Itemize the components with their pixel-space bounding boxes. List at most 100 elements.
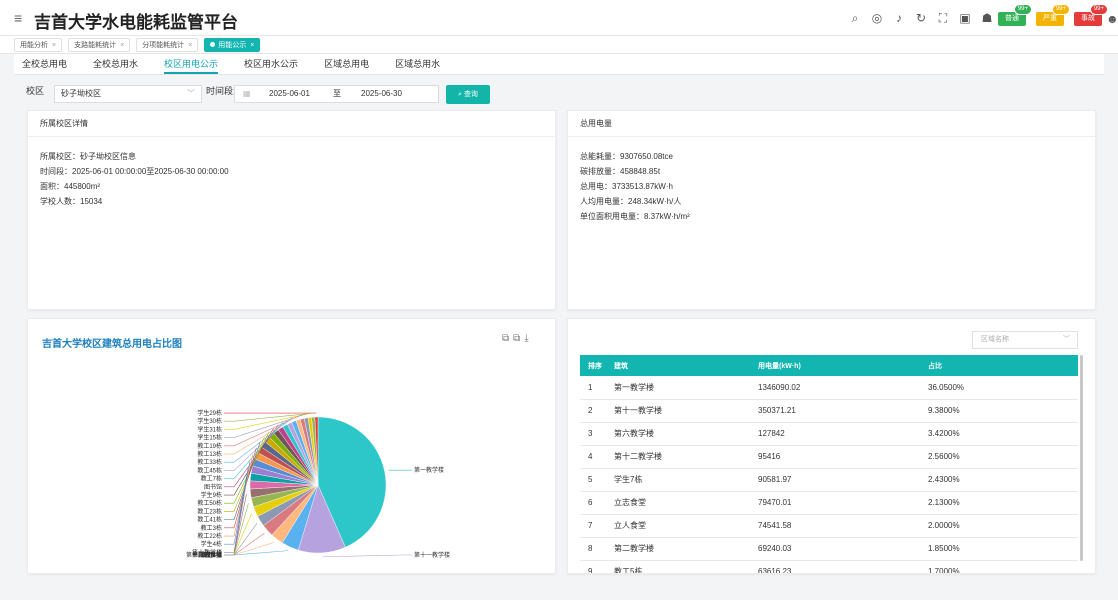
cell-electricity: 69240.03 <box>750 537 920 561</box>
subtab-school-electricity[interactable]: 全校总用电 <box>22 54 67 74</box>
table-row[interactable]: 2 第十一教学楼 350371.21 9.3800% <box>580 399 1078 423</box>
alarm-accident-badge[interactable]: 事故 99+ <box>1074 4 1108 26</box>
close-icon[interactable]: × <box>52 42 56 49</box>
search-icon[interactable]: ⌕ <box>848 11 862 25</box>
end-date[interactable]: 2025-06-30 <box>361 86 402 102</box>
campus-select[interactable]: 砂子坳校区 ﹀ <box>54 85 202 103</box>
table-row[interactable]: 1 第一教学楼 1346090.02 36.0500% <box>580 376 1078 400</box>
alarm-normal-label: 普通 <box>1005 15 1019 22</box>
skin-icon[interactable]: ☗ <box>980 11 994 25</box>
table-row[interactable]: 7 立人食堂 74541.58 2.0000% <box>580 514 1078 538</box>
subtab-campus-water[interactable]: 校区用水公示 <box>244 54 298 74</box>
subtab-school-water[interactable]: 全校总用水 <box>93 54 138 74</box>
cell-building: 第十一教学楼 <box>606 399 750 423</box>
start-date[interactable]: 2025-06-01 <box>269 86 310 102</box>
cell-rank: 1 <box>580 376 606 400</box>
area-name-select[interactable]: 区域名称 ﹀ <box>972 331 1078 349</box>
date-range-picker[interactable]: ▦ 2025-06-01 至 2025-06-30 <box>234 85 439 103</box>
table-row[interactable]: 6 立志食堂 79470.01 2.1300% <box>580 491 1078 515</box>
table-row[interactable]: 9 教工5栋 63616.23 1.7000% <box>580 560 1078 573</box>
cell-ratio: 2.1300% <box>920 491 1078 515</box>
pie-chart-card: 吉首大学校区建筑总用电占比图 ⧉⧉⤓ 第一教学楼 第十一教学楼 学生29栋 学生30栋… <box>27 318 556 574</box>
cell-ratio: 2.0000% <box>920 514 1078 538</box>
campus-select-value: 砂子坳校区 <box>61 89 101 98</box>
help-icon[interactable]: ◎ <box>870 11 884 25</box>
total-line: 人均用电量：248.34kW·h/人 <box>580 197 682 206</box>
pie-label-25: 学生15栋 <box>197 434 222 442</box>
tab-label: 支路能耗统计 <box>74 41 117 49</box>
cell-building: 教工5栋 <box>606 560 750 573</box>
campus-label: 校区 <box>26 86 45 96</box>
tab-label: 用能公示 <box>218 41 247 49</box>
pie-label-13: 教工22栋 <box>197 532 222 540</box>
close-icon[interactable]: × <box>250 42 254 49</box>
app-title: 吉首大学水电能耗监管平台 <box>34 13 238 32</box>
table-header-row: 排序 建筑 用电量(kW·h) 占比 <box>580 355 1078 376</box>
pie-label-12: 学生4栋 <box>201 540 222 548</box>
table-row[interactable]: 5 学生7栋 90581.97 2.4300% <box>580 468 1078 492</box>
toolbar-icons: ⌕ ◎ ♪ ↻ ⛶ ▣ ☗ <box>848 11 994 25</box>
total-electricity-title: 总用电量 <box>568 111 1095 137</box>
close-icon[interactable]: × <box>120 42 124 49</box>
alarm-severe-badge[interactable]: 严重 99+ <box>1036 4 1070 26</box>
col-ratio: 占比 <box>920 355 1078 376</box>
cell-ratio: 1.8500% <box>920 537 1078 561</box>
subtab-campus-electricity[interactable]: 校区用电公示 <box>164 54 219 74</box>
pie-label-28: 学生29栋 <box>197 409 222 417</box>
cell-rank: 7 <box>580 514 606 538</box>
tab-energy-public[interactable]: 用能公示 × <box>204 37 261 52</box>
pie-chart: 第一教学楼第十一教学楼 学生29栋学生30栋学生31栋学生15栋教工19栋教工13… <box>186 409 450 559</box>
tab-energy-analysis[interactable]: 用能分析 × <box>14 37 63 52</box>
subtab-area-water[interactable]: 区域总用水 <box>395 54 440 74</box>
close-icon[interactable]: × <box>188 42 192 49</box>
table-row[interactable]: 4 第十二教学楼 95416 2.5600% <box>580 445 1078 469</box>
col-building: 建筑 <box>606 355 750 376</box>
menu-icon[interactable]: ≡ <box>14 11 22 25</box>
table-scrollbar[interactable] <box>1080 355 1083 561</box>
campus-detail-line: 面积：445800m² <box>40 182 101 191</box>
table-row[interactable]: 3 第六教学楼 127842 3.4200% <box>580 422 1078 446</box>
tab-label: 用能分析 <box>20 41 48 49</box>
cell-electricity: 95416 <box>750 445 920 469</box>
total-electricity-card: 总用电量 总能耗量：9307650.08tce 碳排放量：458848.85t … <box>567 110 1096 310</box>
col-rank: 排序 <box>580 355 606 376</box>
cell-building: 第十二教学楼 <box>606 445 750 469</box>
user-icon[interactable]: ☻ <box>1106 12 1118 26</box>
cell-electricity: 127842 <box>750 422 920 446</box>
pie-label-15: 教工41栋 <box>197 516 222 524</box>
ranking-table: 排序 建筑 用电量(kW·h) 占比 1 第一教学楼 1346090.02 36.05… <box>580 355 1078 573</box>
sound-icon[interactable]: ♪ <box>892 11 906 25</box>
tab-branch-stats[interactable]: 支路能耗统计 × <box>68 37 131 52</box>
pie-label-1: 第十一教学楼 <box>414 551 450 559</box>
cell-rank: 6 <box>580 491 606 515</box>
query-button[interactable]: ⌕ 查询 <box>446 85 490 104</box>
fullscreen-icon[interactable]: ⛶ <box>936 11 950 25</box>
total-electricity-body: 总能耗量：9307650.08tce 碳排放量：458848.85t 总用电：3… <box>568 137 1095 236</box>
calendar-icon: ▦ <box>243 89 251 98</box>
pie-label-0: 第一教学楼 <box>414 466 444 474</box>
total-line: 总用电：3733513.87kW·h <box>580 182 673 191</box>
cell-building: 立人食堂 <box>606 514 750 538</box>
pie-label-18: 学生9栋 <box>201 491 222 499</box>
campus-detail-title: 所属校区详情 <box>28 111 555 137</box>
table-row[interactable]: 8 第二教学楼 69240.03 1.8500% <box>580 537 1078 561</box>
col-electricity: 用电量(kW·h) <box>750 355 920 376</box>
to-label: 至 <box>333 89 341 98</box>
pie-label-20: 教工7栋 <box>201 475 222 483</box>
cell-electricity: 79470.01 <box>750 491 920 515</box>
tab-label: 分项能耗统计 <box>142 41 185 49</box>
screen-icon[interactable]: ▣ <box>958 11 972 25</box>
subtab-area-electricity[interactable]: 区域总用电 <box>324 54 369 74</box>
pie-label-27: 学生30栋 <box>197 417 222 425</box>
tag-bar: 用能分析 × 支路能耗统计 × 分项能耗统计 × 用能公示 × <box>0 36 1118 54</box>
pie-label-17: 教工50栋 <box>197 499 222 507</box>
alarm-normal-count: 99+ <box>1013 4 1032 15</box>
alarm-normal-badge[interactable]: 普通 99+ <box>998 4 1032 26</box>
pie-label-line-12 <box>224 461 251 545</box>
tab-item-stats[interactable]: 分项能耗统计 × <box>136 37 199 52</box>
refresh-icon[interactable]: ↻ <box>914 11 928 25</box>
cell-building: 第二教学楼 <box>606 537 750 561</box>
cell-building: 学生7栋 <box>606 468 750 492</box>
ranking-card: 区域名称 ﹀ 排序 建筑 用电量(kW·h) 占比 1 第一教学楼 1346090.… <box>567 318 1096 574</box>
cell-building: 第六教学楼 <box>606 422 750 446</box>
